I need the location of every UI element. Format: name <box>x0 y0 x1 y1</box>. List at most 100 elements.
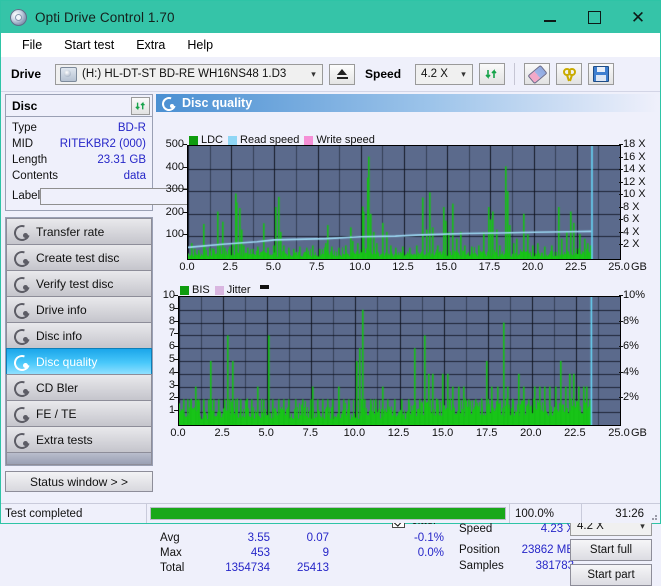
disc-row-length: Length 23.31 GB <box>12 152 146 168</box>
y2-tick-label: 4 X <box>623 225 640 238</box>
speed-select[interactable]: 4.2 X ▾ <box>415 63 474 85</box>
sidebar-item-fe-te[interactable]: FE / TE <box>6 400 152 427</box>
y2-tick-label: 2 X <box>623 238 640 251</box>
navigation-list: Transfer rate Create test disc Verify te… <box>5 217 153 466</box>
minimize-icon[interactable] <box>528 1 572 33</box>
y-tick-mark <box>174 371 178 373</box>
sidebar-item-extra-tests[interactable]: Extra tests <box>6 426 152 453</box>
x-tick-label: 5.0 <box>265 261 282 273</box>
sidebar-item-transfer-rate[interactable]: Transfer rate <box>6 218 152 245</box>
y-tick-label: 10 <box>162 289 175 301</box>
disc-quality-header: Disc quality <box>156 94 658 113</box>
legend-item-ldc: LDC <box>189 134 223 146</box>
refresh-button[interactable] <box>479 63 506 85</box>
y2-tick-mark <box>619 144 623 145</box>
status-window-button[interactable]: Status window > > <box>5 471 153 492</box>
eject-button[interactable] <box>329 63 356 85</box>
page-title: Disc quality <box>182 96 253 110</box>
y-tick-label: 100 <box>165 228 184 241</box>
y-tick-label: 300 <box>165 183 184 196</box>
y2-tick-label: 6% <box>623 340 639 353</box>
disc-mid-label: MID <box>12 138 34 150</box>
position-stat-value: 23862 MB <box>521 544 574 556</box>
close-icon[interactable]: ✕ <box>616 1 660 33</box>
drive-select-value: (H:) HL-DT-ST BD-RE WH16NS48 1.D3 <box>82 68 287 80</box>
y-tick-mark <box>174 410 178 412</box>
y2-tick-mark <box>619 231 623 233</box>
chevron-down-icon: ▾ <box>311 68 316 79</box>
menu-file[interactable]: File <box>11 35 53 55</box>
y2-tick-label: 18 X <box>623 138 646 150</box>
x-axis-unit: GB <box>631 261 647 273</box>
sidebar-item-verify-test-disc[interactable]: Verify test disc <box>6 270 152 297</box>
resize-grip-icon[interactable] <box>648 511 658 521</box>
x-tick-label: 20.0 <box>520 427 542 439</box>
erase-button[interactable] <box>524 63 551 85</box>
disc-type-value: BD-R <box>117 122 146 134</box>
application-window: Opti Drive Control 1.70 ✕ File Start tes… <box>0 0 661 586</box>
disc-label-row: Label <box>12 185 246 207</box>
y-tick-label: 3 <box>168 378 175 391</box>
disc-gear-icon <box>11 351 33 374</box>
y-tick-label: 7 <box>168 327 175 340</box>
x-tick-label: 10.0 <box>343 427 366 439</box>
progress-bar <box>150 507 506 520</box>
y-tick-mark <box>183 166 187 168</box>
floppy-save-icon <box>593 66 610 82</box>
jitter-max-value: 0.0% <box>417 547 444 559</box>
menu-start-test[interactable]: Start test <box>53 35 125 55</box>
disc-refresh-button[interactable] <box>131 96 150 115</box>
drive-toolbar: Drive (H:) HL-DT-ST BD-RE WH16NS48 1.D3 … <box>1 57 660 92</box>
eraser-icon <box>527 64 548 84</box>
y2-tick-mark <box>619 181 623 183</box>
sidebar-item-drive-info[interactable]: Drive info <box>6 296 152 323</box>
start-full-button[interactable]: Start full <box>570 539 652 561</box>
sidebar-item-create-test-disc[interactable]: Create test disc <box>6 244 152 271</box>
sidebar-item-disc-quality[interactable]: Disc quality <box>6 348 152 375</box>
tools-button[interactable] <box>556 63 583 85</box>
y2-tick-mark <box>619 244 623 246</box>
save-button[interactable] <box>588 63 615 85</box>
sidebar-item-cd-bler[interactable]: CD Bler <box>6 374 152 401</box>
bis-plot-area[interactable] <box>178 296 621 426</box>
start-part-button[interactable]: Start part <box>570 564 652 586</box>
x-tick-label: 20.0 <box>521 261 544 273</box>
sidebar-item-label: Verify test disc <box>36 276 114 291</box>
disc-panel-header: Disc <box>6 95 152 117</box>
window-controls: ✕ <box>528 1 660 33</box>
legend-item-bis: BIS <box>180 284 210 296</box>
disc-gear-icon <box>11 247 33 270</box>
disc-gear-icon <box>11 377 33 400</box>
maximize-icon[interactable] <box>572 1 616 33</box>
disc-length-label: Length <box>12 154 48 166</box>
y-tick-mark <box>174 346 178 348</box>
disc-info-panel: Disc Type BD-R MID RITEKBR2 (000) Length… <box>5 94 246 211</box>
sidebar-item-label: Transfer rate <box>36 224 105 239</box>
drive-select[interactable]: (H:) HL-DT-ST BD-RE WH16NS48 1.D3 ▾ <box>55 63 324 85</box>
x-tick-label: 17.5 <box>475 427 498 439</box>
y2-tick-mark <box>619 397 623 399</box>
y-tick-label: 200 <box>165 205 184 218</box>
ldc-plot-area[interactable] <box>187 145 621 260</box>
x-tick-label: 12.5 <box>387 427 410 439</box>
y-tick-label: 2 <box>168 391 175 404</box>
legend-swatch <box>214 285 224 295</box>
jitter-avg-value: -0.1% <box>413 532 444 544</box>
disc-row-type: Type BD-R <box>12 120 146 136</box>
legend-label: Read speed <box>240 134 300 146</box>
sidebar-item-label: Create test disc <box>36 250 120 265</box>
y2-tick-label: 2% <box>623 391 639 404</box>
disc-properties: Type BD-R MID RITEKBR2 (000) Length 23.3… <box>6 117 246 210</box>
menu-help[interactable]: Help <box>176 35 224 55</box>
x-tick-label: 7.5 <box>308 261 325 273</box>
refresh-icon <box>134 101 145 110</box>
y-tick-mark <box>174 307 178 309</box>
legend-swatch <box>180 285 189 295</box>
legend-label: LDC <box>201 134 224 146</box>
sidebar-item-disc-info[interactable]: Disc info <box>6 322 152 349</box>
speed-stat-label: Speed <box>459 523 493 535</box>
menu-extra[interactable]: Extra <box>125 35 176 55</box>
disc-length-value: 23.31 GB <box>97 154 146 166</box>
disc-row-contents: Contents data <box>12 168 146 184</box>
title-bar: Opti Drive Control 1.70 ✕ <box>1 1 660 33</box>
